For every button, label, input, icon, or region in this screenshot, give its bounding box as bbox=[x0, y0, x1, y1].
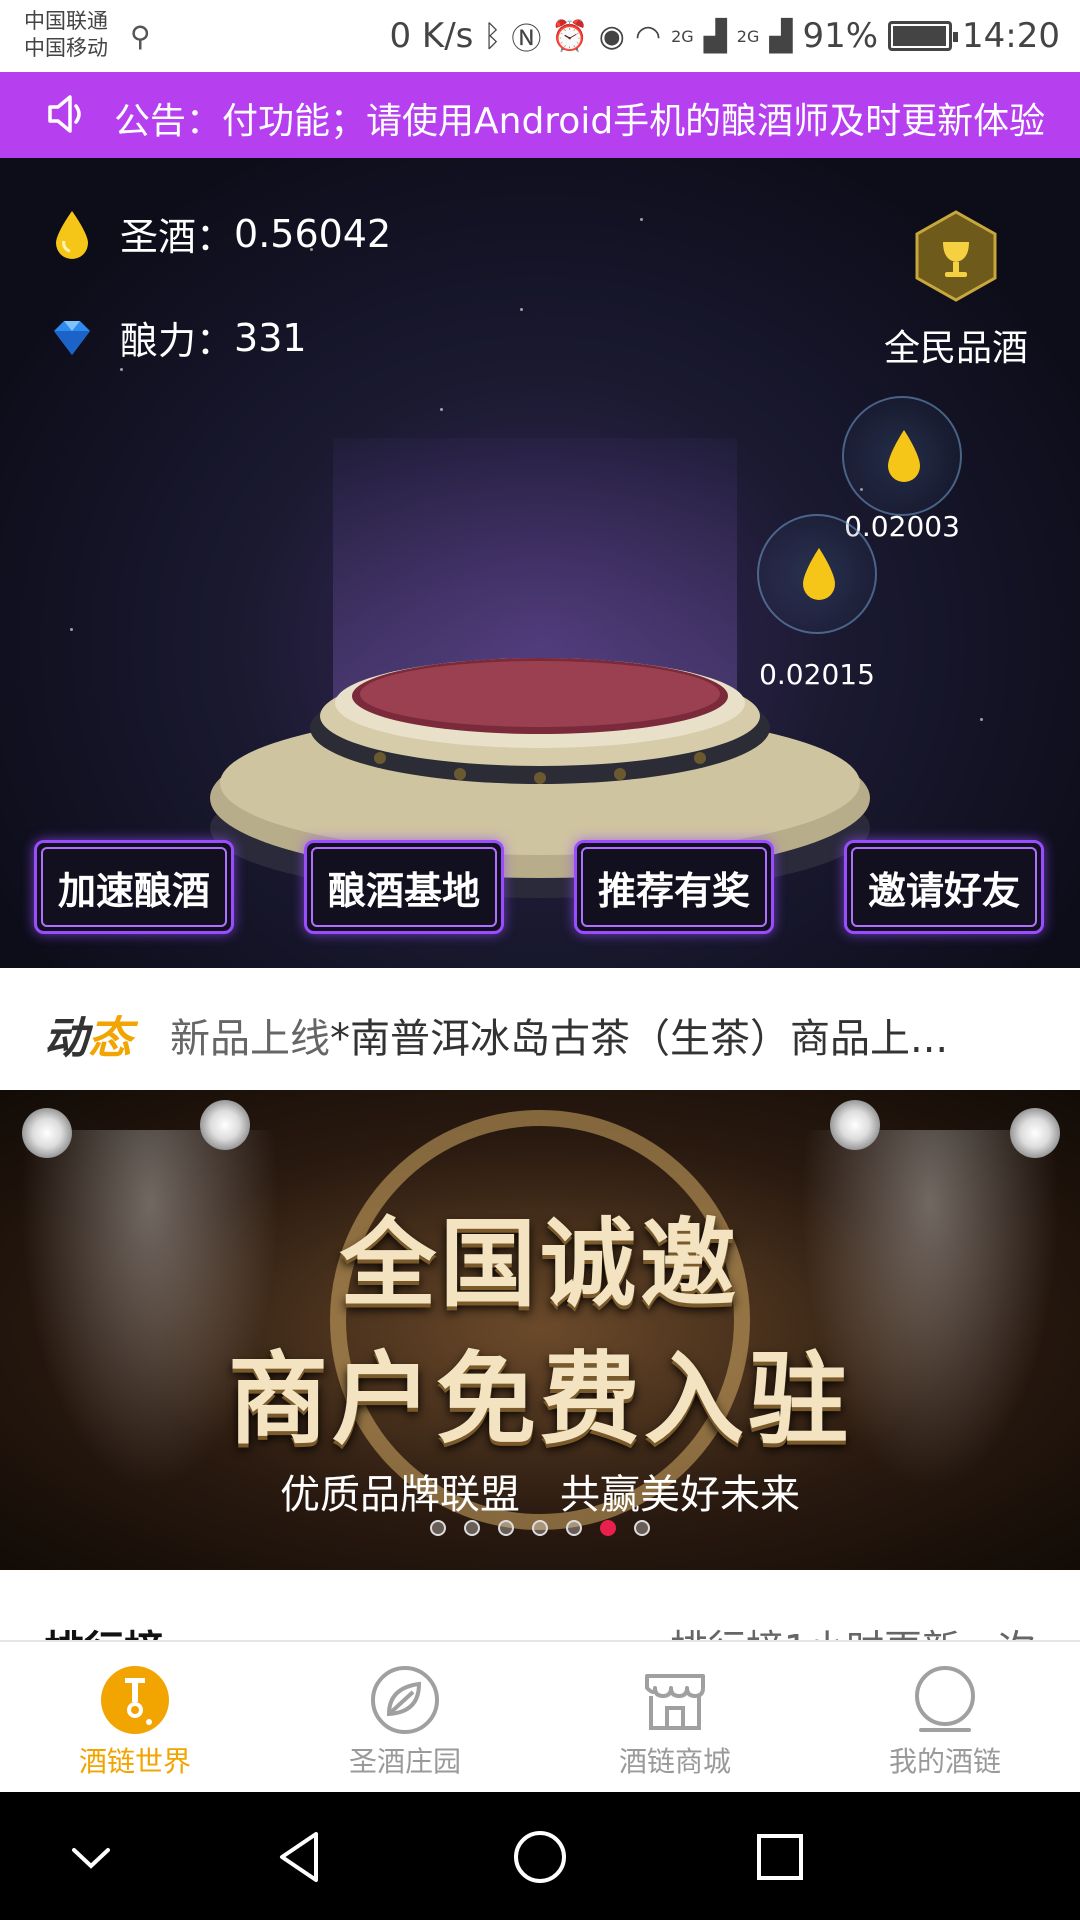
tab-wine-chain-world[interactable]: 酒链世界 bbox=[0, 1642, 270, 1792]
signal-2-type: 2G bbox=[736, 26, 760, 46]
holy-wine-label: 圣酒： bbox=[120, 215, 235, 259]
tab-holy-wine-manor[interactable]: 圣酒庄园 bbox=[270, 1642, 540, 1792]
wine-tasting-badge[interactable]: 全民品酒 bbox=[876, 210, 1036, 371]
ranking-title: 排行榜 bbox=[44, 1618, 164, 1640]
profile-icon bbox=[915, 1666, 975, 1732]
invite-friends-button[interactable]: 邀请好友 bbox=[844, 840, 1044, 934]
recent-apps-icon[interactable] bbox=[745, 1822, 815, 1892]
status-icons: 0 K/s ᛒ Ⓝ ⏰ ◉ ◠ 2G ▟ 2G ▟ 91% 14:20 bbox=[389, 14, 1060, 58]
eye-icon: ◉ bbox=[598, 18, 625, 54]
home-icon[interactable] bbox=[505, 1822, 575, 1892]
bluetooth-icon: ᛒ bbox=[483, 18, 502, 54]
oil-drop-icon bbox=[803, 548, 835, 600]
signal-icon: ▟ bbox=[769, 18, 793, 54]
banner-tagline: 优质品牌联盟 共赢美好未来 bbox=[280, 1472, 800, 1518]
promo-banner[interactable]: 全国诚邀 商户免费入驻 优质品牌联盟 共赢美好未来 bbox=[0, 1090, 1080, 1570]
oil-drop-icon bbox=[56, 210, 88, 259]
diamond-icon bbox=[54, 320, 90, 355]
banner-subheadline: 商户免费入驻 bbox=[228, 1341, 852, 1458]
brewing-vat-icon bbox=[210, 658, 870, 898]
carousel-indicator[interactable] bbox=[0, 1520, 1080, 1536]
clock: 14:20 bbox=[962, 16, 1060, 56]
store-icon bbox=[645, 1674, 705, 1730]
collect-drop-bubble[interactable] bbox=[842, 396, 962, 516]
news-logo: 动态 bbox=[44, 1013, 132, 1064]
signal-1-type: 2G bbox=[671, 26, 694, 46]
spotlight-icon bbox=[830, 1100, 880, 1150]
brew-power-label: 酿力： bbox=[120, 319, 235, 363]
news-ticker[interactable]: 动态 新品上线*南普洱冰岛古茶（生茶）商品上... bbox=[0, 968, 1080, 1090]
carousel-dot[interactable] bbox=[464, 1520, 480, 1536]
carousel-dot[interactable] bbox=[498, 1520, 514, 1536]
ranking-header: 排行榜 排行榜1小时更新一次 bbox=[0, 1570, 1080, 1640]
carousel-dot[interactable] bbox=[634, 1520, 650, 1536]
back-icon[interactable] bbox=[266, 1822, 336, 1892]
banner-headline: 全国诚邀 bbox=[340, 1208, 740, 1320]
accelerate-brewing-button[interactable]: 加速酿酒 bbox=[34, 840, 234, 934]
chevron-down-icon[interactable] bbox=[56, 1822, 126, 1892]
wine-world-icon bbox=[101, 1666, 169, 1734]
referral-reward-button[interactable]: 推荐有奖 bbox=[574, 840, 774, 934]
holy-wine-stat: 圣酒： 0.56042 bbox=[50, 206, 391, 261]
tab-wine-chain-mall[interactable]: 酒链商城 bbox=[540, 1642, 810, 1792]
oil-drop-icon bbox=[888, 430, 920, 482]
spotlight-icon bbox=[1010, 1108, 1060, 1158]
brewing-hero: 圣酒： 0.56042 酿力： 331 全民品酒 0.02003 0.02015… bbox=[0, 158, 1080, 968]
announcement-bar[interactable]: 公告：付功能；请使用Android手机的酿酒师及时更新体验 bbox=[0, 72, 1080, 158]
signal-icon: ▟ bbox=[703, 18, 727, 54]
brewing-base-button[interactable]: 酿酒基地 bbox=[304, 840, 504, 934]
alarm-icon: ⏰ bbox=[551, 18, 589, 54]
battery-percent: 91% bbox=[802, 16, 879, 56]
carousel-dot[interactable] bbox=[430, 1520, 446, 1536]
carousel-dot[interactable] bbox=[566, 1520, 582, 1536]
drop-value: 0.02015 bbox=[759, 658, 875, 691]
carrier-2: 中国移动 bbox=[24, 36, 108, 60]
spotlight-icon bbox=[200, 1100, 250, 1150]
battery-icon bbox=[888, 21, 959, 51]
nfc-icon: Ⓝ bbox=[511, 22, 542, 57]
bottom-tab-bar: 酒链世界 圣酒庄园 酒链商城 我的酒链 bbox=[0, 1640, 1080, 1792]
carousel-dot-active[interactable] bbox=[600, 1520, 616, 1536]
usb-icon: ⚲ bbox=[130, 20, 151, 53]
wine-tasting-label: 全民品酒 bbox=[883, 328, 1028, 369]
wine-cup-icon bbox=[915, 210, 997, 302]
carousel-dot[interactable] bbox=[532, 1520, 548, 1536]
announcement-text: 公告：付功能；请使用Android手机的酿酒师及时更新体验 bbox=[114, 101, 1046, 142]
brew-power-stat: 酿力： 331 bbox=[50, 310, 307, 365]
speaker-icon bbox=[48, 95, 81, 133]
net-speed: 0 K/s bbox=[389, 16, 474, 56]
ranking-note: 排行榜1小时更新一次 bbox=[670, 1618, 1036, 1640]
spotlight-icon bbox=[22, 1108, 72, 1158]
leaf-globe-icon bbox=[371, 1666, 439, 1734]
tab-my-wine-chain[interactable]: 我的酒链 bbox=[810, 1642, 1080, 1792]
status-bar: 中国联通 中国移动 ⚲ 0 K/s ᛒ Ⓝ ⏰ ◉ ◠ 2G ▟ 2G ▟ 91… bbox=[0, 0, 1080, 72]
collect-drop-bubble[interactable] bbox=[757, 514, 877, 634]
brew-power-value: 331 bbox=[234, 315, 307, 360]
system-nav-bar bbox=[0, 1792, 1080, 1920]
carrier-info: 中国联通 中国移动 bbox=[24, 8, 108, 62]
wifi-icon: ◠ bbox=[634, 18, 662, 54]
holy-wine-value: 0.56042 bbox=[234, 211, 392, 256]
news-text: 新品上线*南普洱冰岛古茶（生茶）商品上... bbox=[170, 1016, 949, 1062]
carrier-1: 中国联通 bbox=[24, 9, 108, 33]
